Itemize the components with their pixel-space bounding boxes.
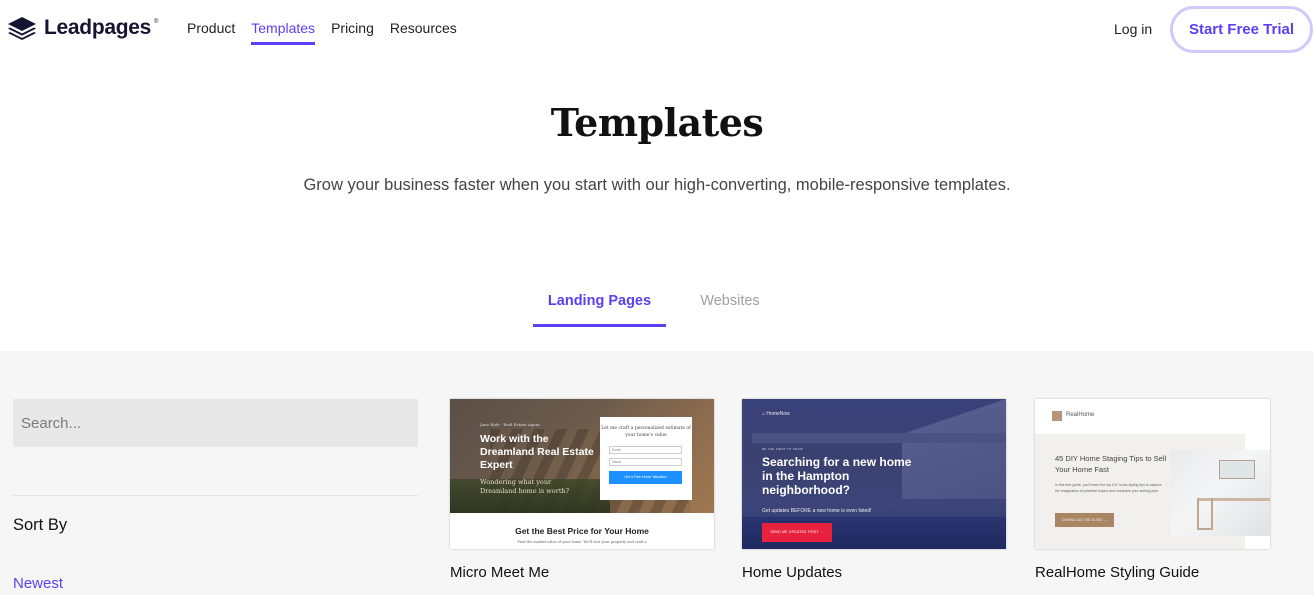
site-header: Leadpages ® Product Templates Pricing Re… — [0, 0, 1314, 60]
sort-by-heading: Sort By — [13, 516, 68, 534]
preview-form-title: Let me craft a personalized estimate of … — [601, 426, 691, 438]
brand-logo[interactable]: Leadpages ® — [6, 16, 161, 40]
preview-section: Get the Best Price for Your Home Find th… — [450, 513, 714, 549]
preview-headline: 45 DIY Home Staging Tips to Sell Your Ho… — [1055, 454, 1167, 474]
template-name[interactable]: RealHome Styling Guide — [1035, 564, 1270, 581]
template-thumbnail[interactable]: RealHome 45 DIY Home Staging Tips to Sel… — [1035, 399, 1270, 549]
sort-option-newest[interactable]: Newest — [13, 575, 63, 592]
brand-name: Leadpages — [44, 16, 152, 39]
preview-logo-text: HomeNow — [766, 411, 790, 417]
template-thumbnail[interactable]: ⌂ HomeNow BE THE FIRST TO KNOW Searching… — [742, 399, 1006, 549]
login-link[interactable]: Log in — [1114, 21, 1152, 37]
preview-button: SEND ME UPDATES FIRST → — [762, 523, 832, 542]
preview-subhead: Wondering what your Dreamland home is wo… — [480, 478, 570, 495]
preview-button: Get a Free Home Valuation — [609, 471, 682, 484]
page-subtitle: Grow your business faster when you start… — [303, 176, 1011, 194]
preview-eyebrow: BE THE FIRST TO KNOW — [762, 447, 804, 451]
preview-logo-text: RealHome — [1066, 412, 1095, 418]
template-thumbnail[interactable]: Jane Rule - Real Estate Agent Work with … — [450, 399, 714, 549]
template-gallery: Sort By Newest Jane Rule - Real Estate A… — [0, 351, 1314, 595]
nav-pricing[interactable]: Pricing — [331, 20, 374, 45]
preview-headline: Work with the Dreamland Real Estate Expe… — [480, 433, 594, 471]
preview-section-text: Find the market value of your home. We'l… — [517, 540, 647, 544]
preview-form: Let me craft a personalized estimate of … — [600, 417, 692, 500]
preview-logo: ⌂ HomeNow — [762, 411, 790, 417]
template-name[interactable]: Micro Meet Me — [450, 564, 714, 581]
preview-eyebrow: Jane Rule - Real Estate Agent — [480, 422, 540, 427]
preview-subhead: Get updates BEFORE a new home is even li… — [762, 508, 872, 514]
preview-headline: Searching for a new home in the Hampton … — [762, 455, 912, 497]
house-logo-icon — [1052, 411, 1062, 421]
sidebar-divider — [13, 495, 418, 496]
preview-name-field: Name — [609, 458, 682, 466]
template-name[interactable]: Home Updates — [742, 564, 1006, 581]
tab-websites[interactable]: Websites — [666, 293, 794, 327]
roof-image — [752, 433, 1006, 443]
main-nav: Product Templates Pricing Resources — [187, 20, 473, 45]
template-card-home-updates[interactable]: ⌂ HomeNow BE THE FIRST TO KNOW Searching… — [742, 399, 1006, 581]
search-input[interactable] — [13, 399, 418, 447]
layers-logo-icon — [8, 17, 36, 40]
page-title: Templates — [550, 100, 764, 145]
preview-body: In this free guide, you'll learn the top… — [1055, 483, 1162, 493]
template-type-tabs: Landing Pages Websites — [533, 293, 794, 327]
start-free-trial-button[interactable]: Start Free Trial — [1170, 6, 1313, 53]
tab-landing-pages[interactable]: Landing Pages — [533, 293, 666, 327]
template-card-realhome-styling-guide[interactable]: RealHome 45 DIY Home Staging Tips to Sel… — [1035, 399, 1270, 581]
nav-templates[interactable]: Templates — [251, 20, 315, 45]
preview-email-field: Email — [609, 446, 682, 454]
room-photo — [1171, 450, 1270, 536]
nav-product[interactable]: Product — [187, 20, 235, 45]
chair — [1197, 498, 1213, 530]
template-card-micro-meet-me[interactable]: Jane Rule - Real Estate Agent Work with … — [450, 399, 714, 581]
nav-resources[interactable]: Resources — [390, 20, 457, 45]
brand-registered-mark: ® — [154, 19, 159, 25]
wall-frame — [1219, 460, 1255, 479]
preview-section-title: Get the Best Price for Your Home — [515, 526, 649, 536]
preview-button: DOWNLOAD THE GUIDE → — [1055, 513, 1114, 527]
